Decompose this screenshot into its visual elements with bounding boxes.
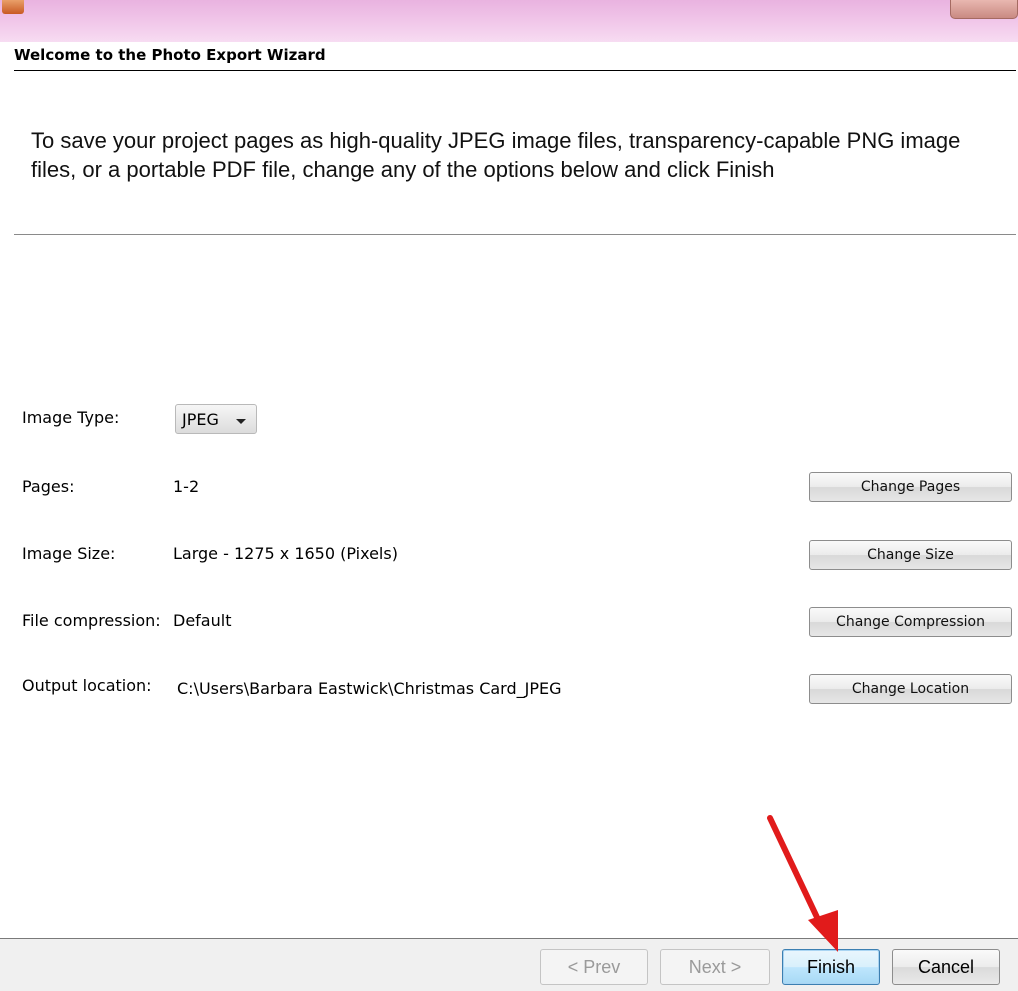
change-size-button[interactable]: Change Size xyxy=(809,540,1012,570)
pages-label: Pages: xyxy=(22,477,75,496)
image-type-value: JPEG xyxy=(182,410,219,429)
change-location-button[interactable]: Change Location xyxy=(809,674,1012,704)
heading-divider xyxy=(14,70,1016,71)
app-icon xyxy=(2,0,24,14)
prev-button[interactable]: < Prev xyxy=(540,949,648,985)
output-location-value: C:\Users\Barbara Eastwick\Christmas Card… xyxy=(177,679,562,698)
change-compression-button[interactable]: Change Compression xyxy=(809,607,1012,637)
image-size-value: Large - 1275 x 1650 (Pixels) xyxy=(173,544,398,563)
title-bar xyxy=(0,0,1018,42)
image-size-label: Image Size: xyxy=(22,544,116,563)
close-icon[interactable] xyxy=(950,0,1018,19)
cancel-button[interactable]: Cancel xyxy=(892,949,1000,985)
wizard-heading: Welcome to the Photo Export Wizard xyxy=(14,46,326,64)
chevron-down-icon xyxy=(236,419,246,424)
image-type-dropdown[interactable]: JPEG xyxy=(175,404,257,434)
image-type-label: Image Type: xyxy=(22,408,120,427)
change-pages-button[interactable]: Change Pages xyxy=(809,472,1012,502)
next-button[interactable]: Next > xyxy=(660,949,770,985)
output-location-label: Output location: xyxy=(22,676,152,695)
compression-value: Default xyxy=(173,611,232,630)
wizard-intro-text: To save your project pages as high-quali… xyxy=(31,128,961,182)
finish-button[interactable]: Finish xyxy=(782,949,880,985)
intro-divider xyxy=(14,234,1016,235)
pages-value: 1-2 xyxy=(173,477,200,496)
compression-label: File compression: xyxy=(22,611,161,630)
